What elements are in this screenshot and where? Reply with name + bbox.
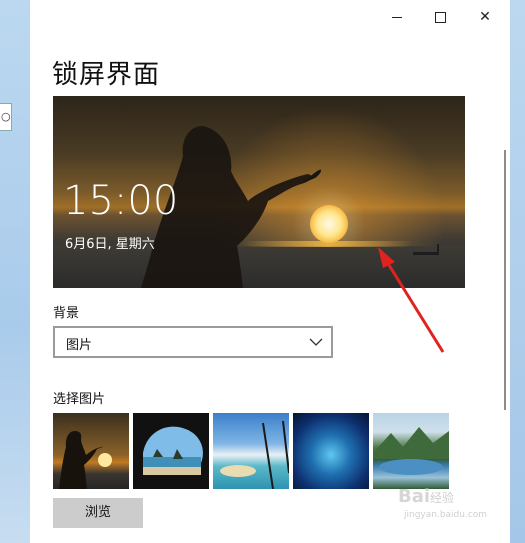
close-icon: ✕	[479, 9, 491, 25]
minimize-button[interactable]	[374, 4, 420, 30]
thumbnail-sunset[interactable]	[53, 413, 129, 489]
thumbnail-sea-cave[interactable]	[133, 413, 209, 489]
watermark-suffix: 经验	[430, 491, 455, 505]
thumbnail-mountain-lake[interactable]	[373, 413, 449, 489]
background-label: 背景	[53, 306, 80, 321]
lock-screen-date: 6月6日, 星期六	[65, 237, 155, 252]
watermark: Bai经验 jingyan.baidu.com	[398, 486, 487, 520]
scrollbar[interactable]	[504, 150, 506, 410]
watermark-brand: Bai	[398, 486, 431, 507]
watermark-url: jingyan.baidu.com	[404, 510, 488, 520]
maximize-icon	[434, 11, 446, 23]
close-button[interactable]: ✕	[462, 4, 508, 30]
choose-picture-label: 选择图片	[53, 392, 106, 407]
chevron-down-icon	[309, 338, 323, 346]
lock-screen-preview: 15:00 6月6日, 星期六	[53, 96, 465, 288]
thumbnail-ice-cave[interactable]	[293, 413, 369, 489]
dropdown-selected-value: 图片	[66, 338, 93, 353]
lock-screen-time: 15:00	[63, 178, 179, 224]
settings-window: ✕ 锁屏界面 15:00 6月6日, 星期六 背景 图片 选择图片 浏览	[30, 0, 510, 543]
page-title: 锁屏界面	[52, 60, 161, 90]
background-dropdown[interactable]: 图片	[53, 326, 333, 358]
desktop-right-edge	[510, 0, 525, 543]
thumbnail-tropical-beach[interactable]	[213, 413, 289, 489]
minimize-icon	[392, 16, 402, 18]
partial-search-box[interactable]: ○	[0, 103, 12, 131]
maximize-button[interactable]	[417, 4, 463, 30]
browse-button[interactable]: 浏览	[53, 498, 143, 528]
desktop-left-edge	[0, 0, 30, 543]
